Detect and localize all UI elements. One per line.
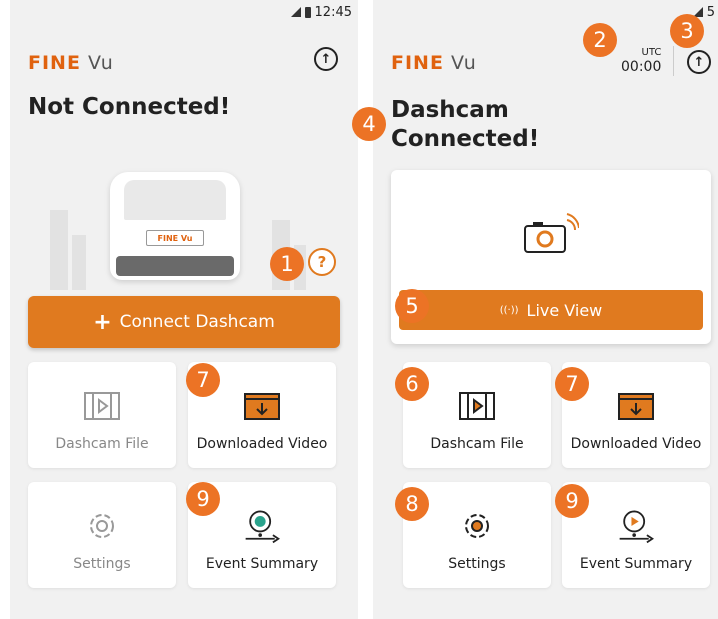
annotation-badge: 9 [555, 484, 589, 518]
page-title: Not Connected! [28, 94, 231, 120]
annotation-badge: 9 [186, 482, 220, 516]
tile-label: Event Summary [579, 556, 693, 572]
plus-icon: + [93, 309, 112, 335]
utc-label: UTC [641, 47, 662, 58]
tile-label: Dashcam File [55, 436, 149, 452]
annotation-badge: 8 [395, 487, 429, 521]
film-icon [457, 390, 497, 422]
tile-label: Downloaded Video [570, 436, 702, 452]
upload-button[interactable]: ↑ [314, 47, 338, 71]
annotation-badge: 7 [186, 363, 220, 397]
arrow-up-icon: ↑ [693, 54, 705, 70]
not-connected-screen: 12:45 FINE Vu ↑ Not Connected! FINE Vu ?… [10, 0, 358, 619]
gear-icon [82, 510, 122, 542]
live-view-button[interactable]: ((·)) Live View [399, 290, 703, 330]
page-title: Dashcam Connected! [391, 97, 540, 152]
finevu-logo: FINE Vu [391, 52, 477, 74]
annotation-badge: 1 [270, 247, 304, 281]
live-view-label: Live View [526, 300, 603, 320]
upload-button[interactable]: ↑ [687, 50, 711, 74]
broadcast-icon: ((·)) [499, 304, 519, 316]
annotation-badge: 4 [352, 107, 386, 141]
help-button[interactable]: ? [308, 248, 336, 276]
car-illustration: FINE Vu [10, 150, 358, 310]
status-time: 12:45 [314, 4, 352, 20]
tile-label: Settings [448, 556, 506, 572]
dashcam-icon [519, 208, 580, 258]
tile-label: Event Summary [205, 556, 319, 572]
film-icon [82, 390, 122, 422]
folder-download-icon [616, 390, 656, 422]
connect-dashcam-label: Connect Dashcam [119, 312, 275, 332]
tile-label: Settings [73, 556, 131, 572]
annotation-badge: 7 [555, 367, 589, 401]
utc-clock: UTC 00:00 [621, 46, 661, 74]
live-view-card: ((·)) Live View [391, 170, 711, 344]
car-plate: FINE Vu [146, 230, 204, 246]
folder-download-icon [242, 390, 282, 422]
finevu-logo: FINE Vu [28, 52, 114, 74]
tile-label: Dashcam File [430, 436, 524, 452]
tile-settings[interactable]: Settings [28, 482, 176, 588]
annotation-badge: 6 [395, 367, 429, 401]
tile-dashcam-file[interactable]: Dashcam File [28, 362, 176, 468]
map-pin-route-icon [242, 510, 282, 544]
map-pin-route-icon [616, 510, 656, 544]
annotation-badge: 3 [670, 14, 704, 48]
car-icon: FINE Vu [110, 172, 240, 280]
arrow-up-icon: ↑ [320, 51, 332, 67]
annotation-badge: 2 [583, 23, 617, 57]
battery-icon [304, 6, 311, 18]
status-time: 5 [706, 4, 715, 20]
signal-icon [290, 7, 301, 17]
tile-label: Downloaded Video [196, 436, 328, 452]
divider [673, 46, 674, 76]
utc-time: 00:00 [621, 59, 662, 75]
connect-dashcam-button[interactable]: + Connect Dashcam [28, 296, 340, 348]
gear-icon [457, 510, 497, 542]
annotation-badge: 5 [395, 289, 429, 323]
status-bar: 12:45 [290, 0, 358, 24]
